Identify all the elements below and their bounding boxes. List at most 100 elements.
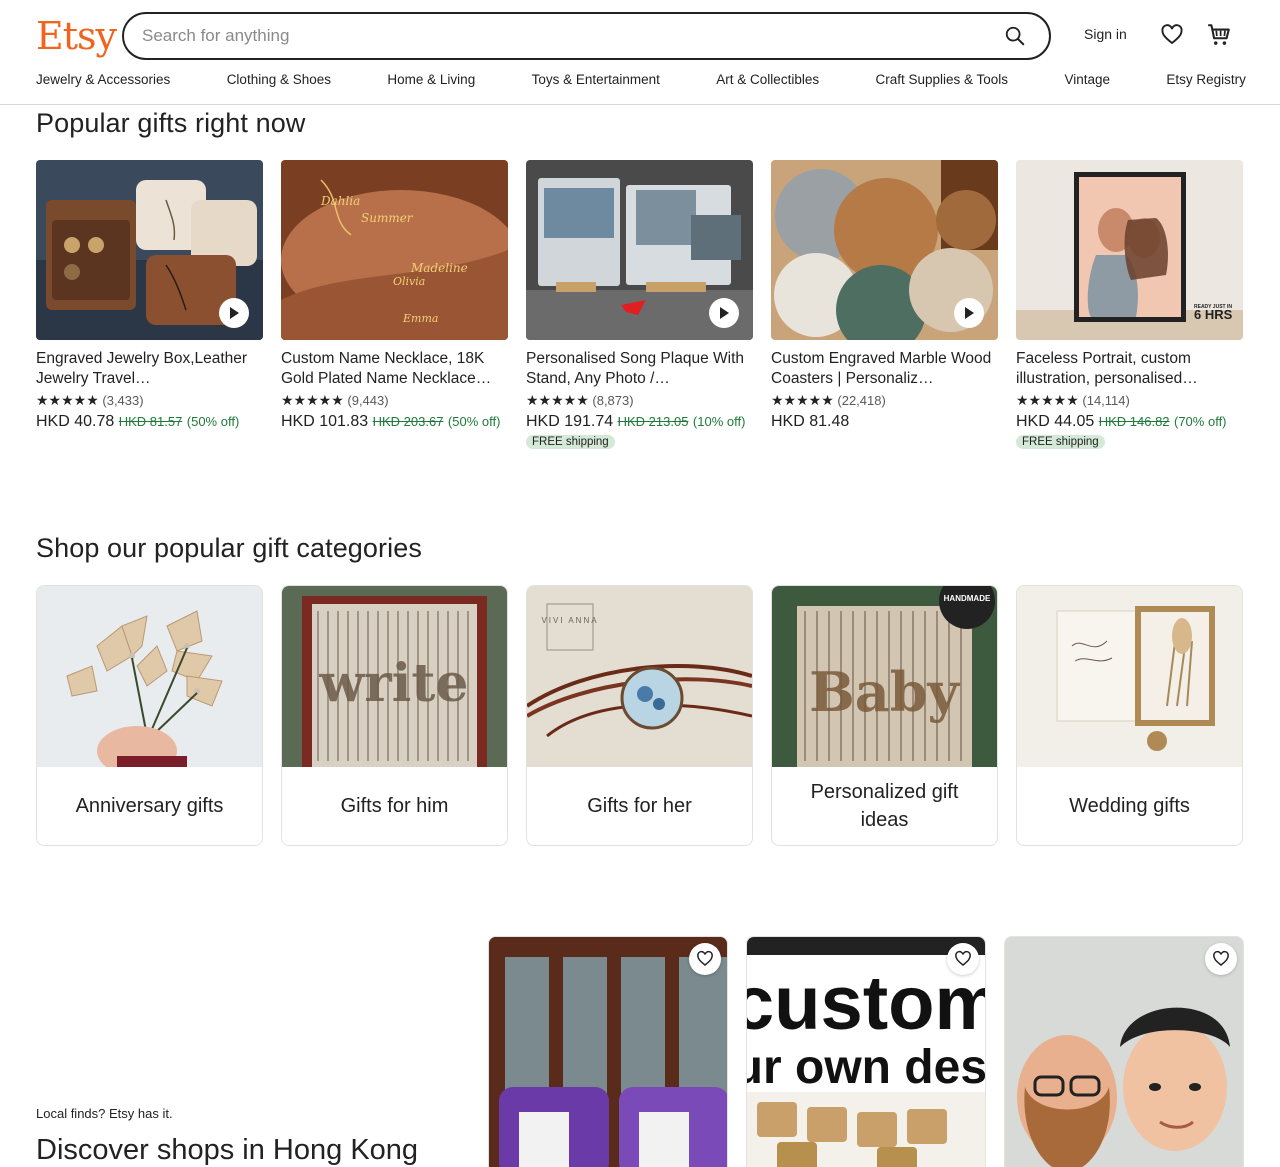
category-image: write [282,586,507,767]
original-price: HKD 81.57 [118,414,183,429]
svg-text:Baby: Baby [809,660,960,724]
product-price: HKD 191.74 HKD 213.05 (10% off) [526,412,753,432]
nav-item-craft[interactable]: Craft Supplies & Tools [875,72,1008,87]
product-rating: ★★★★★ (22,418) [771,391,998,410]
review-count: (3,433) [102,393,144,408]
play-icon [965,307,974,319]
play-icon [720,307,729,319]
category-image: VIVI ANNA [527,586,752,767]
nav-item-clothing[interactable]: Clothing & Shoes [227,72,331,87]
category-label[interactable]: Gifts for her [527,767,752,845]
gift-card[interactable]: Personalised Song Plaque With Stand, Any… [526,160,753,450]
shop-banner-text: custom [747,961,986,1046]
category-label[interactable]: Gifts for him [282,767,507,845]
shop-card[interactable]: custom ur own desi [746,936,986,1167]
gift-card[interactable]: Custom Engraved Marble Wood Coasters | P… [771,160,998,432]
nav-item-registry[interactable]: Etsy Registry [1166,72,1246,87]
svg-text:Madeline: Madeline [410,261,468,275]
nav-item-jewelry[interactable]: Jewelry & Accessories [36,72,170,87]
svg-text:write: write [318,653,468,714]
product-image[interactable] [526,160,753,340]
favorite-button[interactable] [947,943,979,975]
star-rating-icon: ★★★★★ [1016,392,1079,408]
heart-icon [697,950,713,966]
local-section-title: Discover shops in Hong Kong [36,1134,419,1166]
heart-icon [1213,950,1229,966]
search-bar[interactable] [122,12,1051,60]
product-title[interactable]: Engraved Jewelry Box,Leather Jewelry Tra… [36,349,263,389]
category-image [1017,586,1242,767]
category-card-him[interactable]: write Gifts for him [281,585,508,846]
category-label[interactable]: Personalized gift ideas [772,767,997,845]
favorite-button[interactable] [1205,943,1237,975]
product-price: HKD 40.78 HKD 81.57 (50% off) [36,412,263,432]
shop-card[interactable] [488,936,728,1167]
product-rating: ★★★★★ (8,873) [526,391,753,410]
product-image[interactable] [36,160,263,340]
review-count: (8,873) [592,393,634,408]
product-rating: ★★★★★ (14,114) [1016,391,1243,410]
svg-text:Dahlia: Dahlia [320,194,360,208]
original-price: HKD 203.67 [372,414,444,429]
play-video-button[interactable] [954,298,984,328]
category-card-her[interactable]: VIVI ANNA Gifts for her [526,585,753,846]
product-rating: ★★★★★ (9,443) [281,391,508,410]
search-icon [1005,26,1025,46]
nav-item-vintage[interactable]: Vintage [1064,72,1110,87]
search-input[interactable] [142,26,999,46]
nav-item-art[interactable]: Art & Collectibles [716,72,819,87]
product-price: HKD 44.05 HKD 146.82 (70% off) [1016,412,1243,432]
product-rating: ★★★★★ (3,433) [36,391,263,410]
gift-card[interactable]: Engraved Jewelry Box,Leather Jewelry Tra… [36,160,263,432]
category-card-wedding[interactable]: Wedding gifts [1016,585,1243,846]
sale-price: HKD 101.83 [281,413,369,430]
shop-card[interactable] [1004,936,1244,1167]
product-image[interactable] [771,160,998,340]
play-video-button[interactable] [709,298,739,328]
brand-logo-text: VIVI ANNA [541,616,598,625]
product-title[interactable]: Custom Engraved Marble Wood Coasters | P… [771,349,998,389]
favorite-button[interactable] [689,943,721,975]
svg-text:Emma: Emma [402,312,438,325]
discount-percent: (50% off) [186,414,240,429]
category-label[interactable]: Anniversary gifts [37,767,262,845]
original-price: HKD 146.82 [1098,414,1170,429]
category-image: Baby HANDMADE [772,586,997,767]
sign-in-link[interactable]: Sign in [1084,26,1127,42]
cart-icon [1208,24,1230,45]
review-count: (9,443) [347,393,389,408]
sale-price: HKD 81.48 [771,413,850,430]
nav-item-home[interactable]: Home & Living [387,72,475,87]
shop-banner-text: ur own desi [747,1041,986,1094]
discount-percent: (10% off) [692,414,746,429]
gift-categories-title: Shop our popular gift categories [36,533,422,563]
heart-icon [955,950,971,966]
favorites-button[interactable] [1159,22,1185,48]
category-card-personalized[interactable]: Baby HANDMADE Personalized gift ideas [771,585,998,846]
cart-button[interactable] [1206,22,1232,48]
category-label[interactable]: Wedding gifts [1017,767,1242,845]
handmade-stamp-text: HANDMADE [944,594,991,603]
free-shipping-badge: FREE shipping [526,435,615,449]
search-button[interactable] [999,20,1031,52]
product-image[interactable]: READY JUST IN 6 HRS [1016,160,1243,340]
svg-text:Olivia: Olivia [393,275,425,288]
star-rating-icon: ★★★★★ [526,392,589,408]
etsy-logo[interactable]: Etsy [36,12,117,60]
star-rating-icon: ★★★★★ [36,392,99,408]
gift-card[interactable]: READY JUST IN 6 HRS Faceless Portrait, c… [1016,160,1243,450]
product-image[interactable]: Dahlia Summer Madeline Olivia Emma [281,160,508,340]
sale-price: HKD 191.74 [526,413,614,430]
gift-card[interactable]: Dahlia Summer Madeline Olivia Emma Custo… [281,160,508,432]
local-kicker-text: Local finds? Etsy has it. [36,1106,173,1121]
category-card-anniversary[interactable]: Anniversary gifts [36,585,263,846]
popular-gifts-title: Popular gifts right now [36,108,306,138]
play-video-button[interactable] [219,298,249,328]
free-shipping-badge: FREE shipping [1016,435,1105,449]
nav-item-toys[interactable]: Toys & Entertainment [532,72,660,87]
product-title[interactable]: Custom Name Necklace, 18K Gold Plated Na… [281,349,508,389]
discount-percent: (50% off) [447,414,501,429]
review-count: (14,114) [1082,393,1130,408]
product-title[interactable]: Personalised Song Plaque With Stand, Any… [526,349,753,389]
product-title[interactable]: Faceless Portrait, custom illustration, … [1016,349,1243,389]
